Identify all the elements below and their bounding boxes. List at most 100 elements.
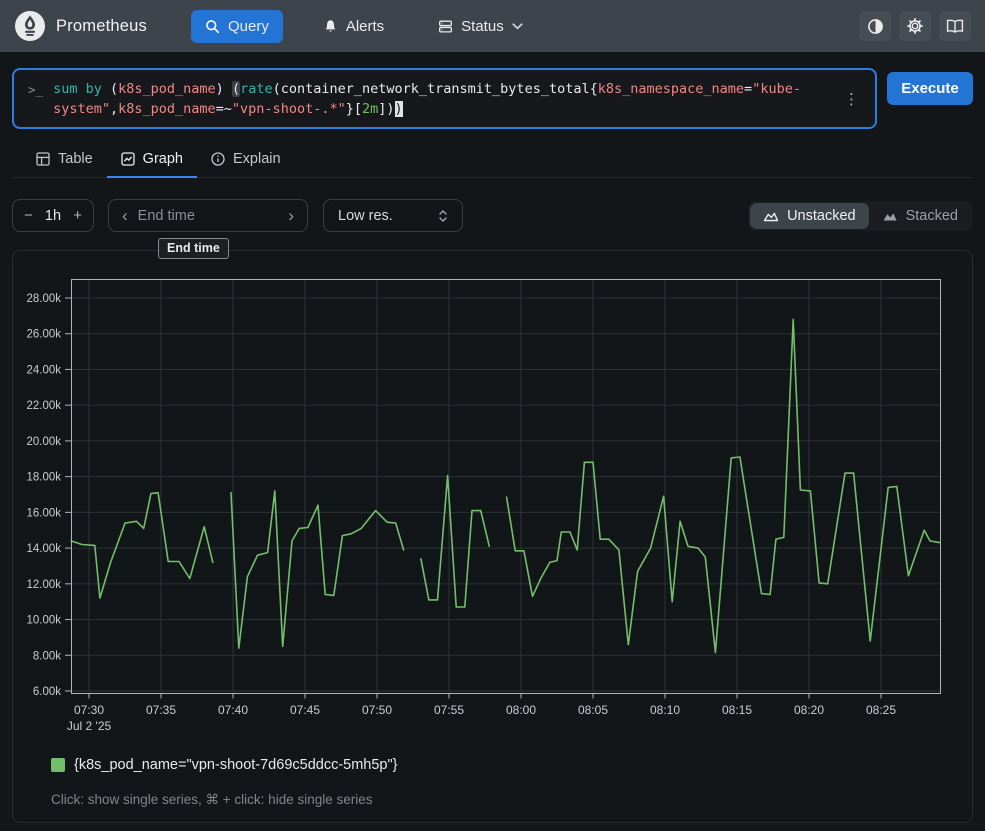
book-icon bbox=[946, 19, 964, 34]
query-token: sum bbox=[53, 81, 77, 97]
docs-button[interactable] bbox=[939, 11, 971, 41]
query-token: k8s_namespace_name bbox=[598, 81, 744, 97]
query-editor[interactable]: >_ sum by (k8s_pod_name) (rate(container… bbox=[12, 68, 877, 129]
brand-title: Prometheus bbox=[56, 17, 147, 36]
query-token: k8s_pod_name bbox=[118, 81, 216, 97]
y-axis-label: 28.00k bbox=[26, 293, 61, 305]
graph-icon bbox=[121, 152, 135, 166]
range-decrease-button[interactable]: − bbox=[24, 207, 33, 224]
range-increase-button[interactable]: + bbox=[73, 207, 82, 224]
table-icon bbox=[36, 152, 50, 166]
x-axis-label: 08:20 bbox=[794, 703, 824, 717]
x-axis-label: 07:40 bbox=[218, 703, 248, 717]
prometheus-logo-icon bbox=[14, 10, 46, 42]
x-axis-label: 08:10 bbox=[650, 703, 680, 717]
unstacked-label: Unstacked bbox=[787, 208, 856, 224]
y-axis-label: 26.00k bbox=[26, 329, 61, 341]
query-code-line: sum by (k8s_pod_name) (rate(container_ne… bbox=[53, 79, 836, 99]
y-axis-label: 24.00k bbox=[26, 364, 61, 376]
query-token: [ bbox=[354, 101, 362, 117]
nav-item-alerts[interactable]: Alerts bbox=[309, 10, 398, 43]
end-time-picker[interactable]: ‹ End time › bbox=[108, 199, 308, 232]
top-navbar: Prometheus Query Alerts Status bbox=[0, 0, 985, 52]
brand[interactable]: Prometheus bbox=[14, 10, 147, 42]
legend-series-label: {k8s_pod_name="vpn-shoot-7d69c5ddcc-5mh5… bbox=[74, 757, 397, 773]
query-token bbox=[77, 81, 85, 97]
stack-icon bbox=[438, 19, 453, 34]
stacked-button[interactable]: Stacked bbox=[869, 203, 971, 229]
gear-icon bbox=[906, 17, 924, 35]
nav-label-status: Status bbox=[461, 18, 504, 35]
select-chevrons-icon bbox=[438, 209, 448, 223]
legend-item[interactable]: {k8s_pod_name="vpn-shoot-7d69c5ddcc-5mh5… bbox=[51, 757, 397, 773]
x-axis-label: 07:30 bbox=[74, 703, 104, 717]
nav-item-status[interactable]: Status bbox=[424, 10, 537, 43]
query-token: container_network_transmit_bytes_total bbox=[281, 81, 590, 97]
query-token: ( bbox=[273, 81, 281, 97]
y-axis-label: 16.00k bbox=[26, 507, 61, 519]
theme-toggle-button[interactable] bbox=[859, 11, 891, 41]
y-axis-label: 22.00k bbox=[26, 400, 61, 412]
query-token: k8s_pod_name bbox=[118, 101, 216, 117]
query-token: ) bbox=[386, 101, 394, 117]
stacked-chart-icon bbox=[882, 210, 898, 222]
nav-item-query[interactable]: Query bbox=[191, 10, 283, 43]
query-token: } bbox=[346, 101, 354, 117]
query-token: rate bbox=[240, 81, 273, 97]
unstacked-button[interactable]: Unstacked bbox=[750, 203, 869, 229]
series-line bbox=[231, 491, 404, 648]
end-time-input[interactable]: End time bbox=[128, 208, 289, 224]
nav-label-query: Query bbox=[228, 18, 269, 35]
query-token: "vpn-shoot-.*" bbox=[232, 101, 346, 117]
graph-canvas[interactable]: 6.00k8.00k10.00k12.00k14.00k16.00k18.00k… bbox=[71, 279, 941, 694]
resolution-select[interactable]: Low res. bbox=[323, 199, 463, 232]
y-axis-label: 14.00k bbox=[26, 543, 61, 555]
range-value[interactable]: 1h bbox=[45, 208, 61, 224]
kebab-menu-icon[interactable]: ⋮ bbox=[836, 90, 867, 108]
execute-button[interactable]: Execute bbox=[887, 72, 973, 105]
y-axis-label: 18.00k bbox=[26, 472, 61, 484]
main-nav: Query Alerts Status bbox=[191, 10, 537, 43]
x-axis-label: 08:15 bbox=[722, 703, 752, 717]
result-tabs: Table Graph Explain bbox=[12, 144, 973, 178]
tab-table[interactable]: Table bbox=[22, 144, 107, 178]
y-axis-label: 10.00k bbox=[26, 615, 61, 627]
tab-label-explain: Explain bbox=[233, 151, 281, 167]
prometheus-app: { "navbar": { "brand": "Prometheus", "it… bbox=[0, 0, 985, 831]
contrast-icon bbox=[867, 18, 884, 35]
x-axis-label: 08:25 bbox=[866, 703, 896, 717]
series-line bbox=[71, 493, 213, 598]
query-expression-input[interactable]: sum by (k8s_pod_name) (rate(container_ne… bbox=[53, 79, 836, 119]
x-axis-label: 08:00 bbox=[506, 703, 536, 717]
unstacked-chart-icon bbox=[763, 210, 779, 222]
query-token: { bbox=[590, 81, 598, 97]
tab-graph[interactable]: Graph bbox=[107, 144, 197, 178]
settings-button[interactable] bbox=[899, 11, 931, 41]
x-axis-label: 07:55 bbox=[434, 703, 464, 717]
info-icon bbox=[211, 152, 225, 166]
x-axis-label: 07:45 bbox=[290, 703, 320, 717]
series-line bbox=[421, 476, 489, 607]
x-axis-label: 07:50 bbox=[362, 703, 392, 717]
query-token: =~ bbox=[216, 101, 232, 117]
resolution-value: Low res. bbox=[338, 208, 393, 224]
graph-panel: 6.00k8.00k10.00k12.00k14.00k16.00k18.00k… bbox=[12, 250, 973, 823]
search-icon bbox=[205, 19, 220, 34]
chevron-down-icon bbox=[512, 23, 523, 30]
query-token: ) bbox=[216, 81, 232, 97]
query-token: ( bbox=[102, 81, 118, 97]
x-axis-label: 08:05 bbox=[578, 703, 608, 717]
end-time-forward-button[interactable]: › bbox=[288, 207, 294, 224]
range-stepper: − 1h + bbox=[12, 199, 94, 232]
tab-label-table: Table bbox=[58, 151, 93, 167]
query-token: system" bbox=[53, 101, 110, 117]
query-token: ( bbox=[232, 81, 240, 97]
legend-hint: Click: show single series, ⌘ + click: hi… bbox=[51, 792, 373, 808]
tab-explain[interactable]: Explain bbox=[197, 144, 295, 178]
stacked-label: Stacked bbox=[906, 208, 958, 224]
y-axis-label: 6.00k bbox=[33, 686, 61, 698]
query-token: by bbox=[86, 81, 102, 97]
tab-label-graph: Graph bbox=[143, 151, 183, 167]
nav-label-alerts: Alerts bbox=[346, 18, 384, 35]
query-row: >_ sum by (k8s_pod_name) (rate(container… bbox=[12, 68, 973, 129]
